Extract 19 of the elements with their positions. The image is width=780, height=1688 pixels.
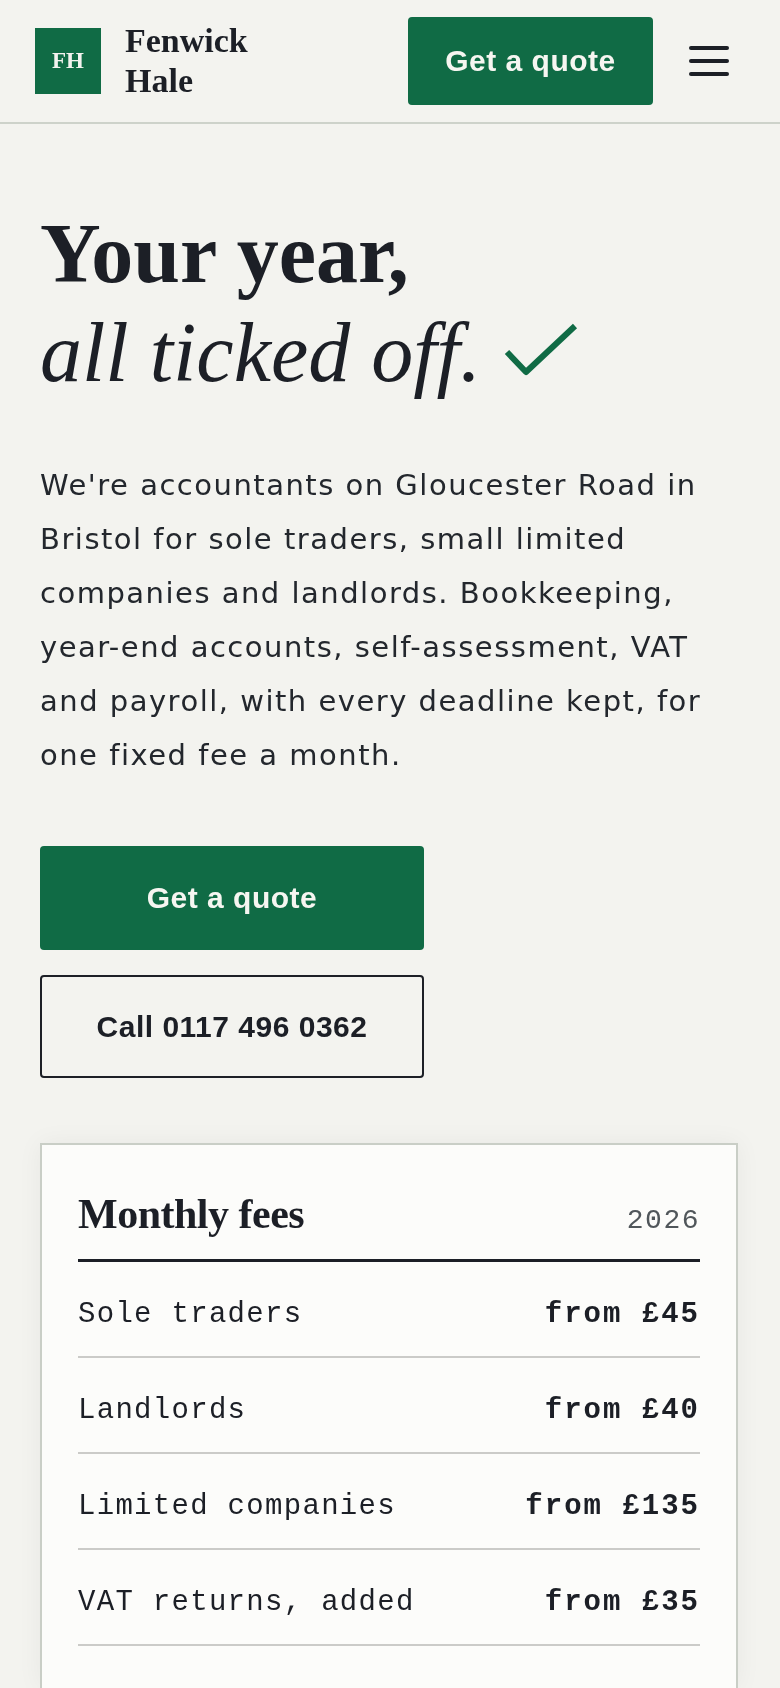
headline: Your year, xyxy=(40,206,410,302)
fee-label: Landlords xyxy=(78,1393,247,1428)
call-button[interactable]: Call 0117 496 0362 xyxy=(40,975,424,1078)
fee-label: Sole traders xyxy=(78,1297,303,1332)
fee-price: from £40 xyxy=(544,1393,700,1428)
fee-price: from £45 xyxy=(544,1297,700,1332)
get-quote-button[interactable]: Get a quote xyxy=(40,846,424,950)
headline-italic: all ticked off. xyxy=(40,305,481,401)
fee-price: from £135 xyxy=(525,1489,700,1524)
fee-label: Limited companies xyxy=(78,1489,396,1524)
get-quote-button[interactable]: Get a quote xyxy=(408,17,653,105)
fees-year: 2026 xyxy=(626,1205,700,1236)
fee-price: from £35 xyxy=(544,1585,700,1620)
intro-paragraph: We're accountants on Gloucester Road in Bristol for sole traders, small limited companies and landlords. Bookkeeping, year-end accounts, self-assessment, VAT and payroll, with every deadline kept, for one fixed fee a month. xyxy=(40,467,703,774)
fee-label: VAT returns, added xyxy=(78,1585,415,1620)
logo-mark[interactable]: FH xyxy=(35,28,101,94)
menu-icon[interactable] xyxy=(689,45,729,77)
fees-title: Monthly fees xyxy=(78,1190,305,1239)
brand-name[interactable]: Fenwick Hale xyxy=(125,21,275,101)
